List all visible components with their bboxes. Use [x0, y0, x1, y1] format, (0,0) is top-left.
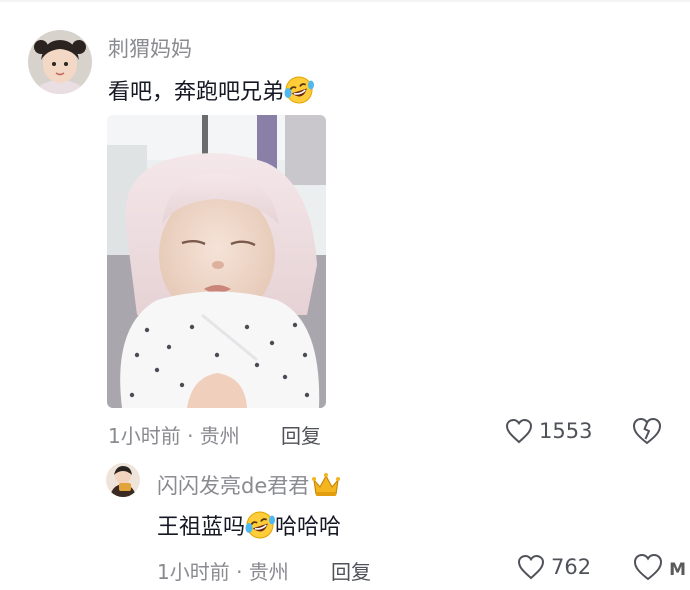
reply-dislike-button[interactable]: [633, 553, 663, 581]
reply-username[interactable]: 闪闪发亮de君君: [157, 470, 341, 500]
reply-text-after: 哈哈哈: [275, 515, 342, 540]
top-divider: [0, 0, 690, 2]
reply-like-button[interactable]: 762: [517, 554, 591, 580]
reply-reply-button[interactable]: 回复: [331, 556, 371, 585]
reply-username-text: 闪闪发亮de君君: [157, 474, 310, 498]
like-count: 1553: [539, 419, 593, 443]
commenter-avatar[interactable]: [28, 30, 92, 94]
reply-button[interactable]: 回复: [281, 420, 321, 449]
dislike-button[interactable]: [632, 417, 662, 445]
reply-text-before: 王祖蓝吗: [157, 515, 246, 540]
heart-outline-icon: [517, 554, 545, 580]
laughing-tears-emoji-icon: [284, 75, 315, 105]
crown-icon: [311, 472, 341, 498]
watermark-text: M: [669, 560, 686, 580]
comment-text-content: 看吧，奔跑吧兄弟: [108, 80, 285, 105]
comment-text: 看吧，奔跑吧兄弟: [108, 74, 315, 106]
laughing-tears-emoji-icon: [245, 510, 276, 540]
reply-avatar[interactable]: [106, 463, 140, 497]
heart-outline-icon: [505, 418, 533, 444]
reply-meta: 1小时前 · 贵州: [157, 560, 289, 584]
like-button[interactable]: 1553: [505, 418, 592, 444]
comment-meta: 1小时前 · 贵州: [108, 424, 240, 448]
comment-photo[interactable]: [107, 115, 326, 408]
reply-like-count: 762: [551, 555, 592, 579]
commenter-username[interactable]: 刺猬妈妈: [108, 33, 192, 63]
reply-text: 王祖蓝吗 哈哈哈: [157, 509, 341, 541]
